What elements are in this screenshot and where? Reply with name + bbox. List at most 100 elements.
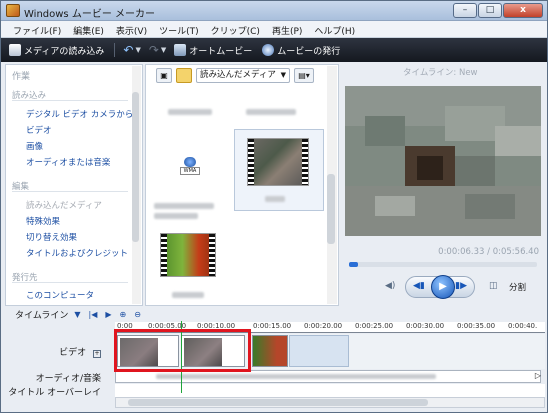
task-import-audio[interactable]: オーディオまたは音楽 (26, 156, 110, 168)
timeline-clip[interactable] (252, 335, 288, 367)
play-timeline-icon[interactable]: ▶ (105, 310, 111, 319)
filmstrip-right (302, 139, 308, 185)
clip-label-blurred (154, 203, 214, 209)
section-divider (12, 191, 128, 192)
automovie-label: オートムービー (189, 46, 253, 57)
menu-bar: ファイル(F) 編集(E) 表示(V) ツール(T) クリップ(C) 再生(P)… (1, 21, 547, 38)
timeline-label[interactable]: タイムライン (15, 308, 68, 321)
task-import-video[interactable]: ビデオ (26, 124, 52, 136)
split-label[interactable]: 分割 (509, 281, 526, 293)
expand-track-icon[interactable]: + (93, 350, 101, 358)
task-import-pictures[interactable]: 画像 (26, 140, 43, 152)
audio-track-label: オーディオ/音楽 (35, 374, 101, 384)
toolbar-separator (114, 43, 116, 57)
ruler-tick-label: 0:00:35.00 (457, 322, 496, 330)
ruler-tick-label: 0:00:25.00 (355, 322, 394, 330)
preview-pane: タイムライン: New 0:00:06.33 / 0:05:56.40 ◀) ◀… (341, 64, 545, 306)
import-icon (9, 44, 21, 56)
automovie-button[interactable]: オートムービー (174, 44, 252, 57)
seek-progress (349, 262, 358, 267)
timeline-toolbar: タイムライン ▼ |◀ ▶ ⊕ ⊖ (1, 307, 547, 321)
preview-time: 0:00:06.33 / 0:05:56.40 (438, 247, 539, 257)
menu-file[interactable]: ファイル(F) (7, 21, 67, 37)
timeline-dropdown-icon[interactable]: ▼ (74, 310, 80, 319)
wma-file-icon[interactable]: WMA (180, 157, 200, 179)
selection-highlight (114, 329, 251, 372)
chevron-down-icon: ▼ (280, 71, 286, 79)
task-from-dv-camera[interactable]: デジタル ビデオ カメラから (26, 108, 133, 120)
undo-icon[interactable]: ↶ (123, 43, 133, 57)
undo-dropdown-icon[interactable]: ▼ (135, 46, 140, 54)
folder-icon[interactable] (176, 68, 192, 83)
import-media-button[interactable]: メディアの読み込み (9, 44, 104, 57)
audio-end-marker-icon: ▷ (534, 371, 541, 380)
task-effects[interactable]: 特殊効果 (26, 215, 60, 227)
app-window: Windows ムービー メーカー – □ x ファイル(F) 編集(E) 表示… (0, 0, 548, 413)
timeline-clip[interactable] (289, 335, 349, 367)
filmstrip-right (209, 234, 215, 276)
title-overlay-track[interactable] (115, 384, 545, 397)
video-track-name: ビデオ (59, 348, 87, 358)
menu-clip[interactable]: クリップ(C) (205, 21, 266, 37)
main-toolbar: メディアの読み込み ↶ ▼ ↷ ▼ オートムービー ムービーの発行 (1, 38, 547, 62)
next-frame-icon[interactable]: ▮▶ (455, 281, 467, 291)
previous-frame-icon[interactable]: ◀▮ (413, 281, 425, 291)
split-icon[interactable]: ◫ (489, 281, 498, 291)
view-toggle-icon[interactable]: ▣ (156, 68, 172, 83)
zoom-out-icon[interactable]: ⊖ (134, 310, 141, 319)
collection-dropdown-value: 読み込んだメディア (200, 70, 276, 80)
close-button[interactable]: x (503, 3, 543, 18)
collection-scroll-thumb[interactable] (327, 174, 335, 244)
task-this-computer[interactable]: このコンピュータ (26, 289, 94, 301)
tasks-scroll-thumb[interactable] (132, 92, 139, 242)
play-button[interactable]: ▶ (431, 275, 455, 299)
clip-thumbnail-second[interactable] (160, 233, 216, 277)
app-icon (6, 4, 20, 17)
timeline-scrollbar[interactable] (115, 397, 545, 408)
preview-video (345, 86, 541, 236)
minimize-button[interactable]: – (453, 3, 477, 18)
tasks-scrollbar[interactable] (132, 66, 141, 304)
playback-controls: ◀▮ ▶ ▮▶ (405, 275, 475, 299)
rewind-icon[interactable]: |◀ (89, 310, 98, 319)
task-titles-credits[interactable]: タイトルおよびクレジット (26, 247, 128, 259)
menu-help[interactable]: ヘルプ(H) (308, 21, 361, 37)
clip-label-blurred (265, 196, 285, 202)
filmstrip-left (248, 139, 254, 185)
video-track-label: ビデオ + (1, 345, 101, 358)
ruler-tick-label: 0:00:15.00 (253, 322, 292, 330)
import-media-label: メディアの読み込み (24, 46, 105, 57)
menu-play[interactable]: 再生(P) (266, 21, 308, 37)
view-options-icon[interactable]: ▤▾ (294, 68, 314, 83)
menu-view[interactable]: 表示(V) (110, 21, 153, 37)
task-imported-media[interactable]: 読み込んだメディア (26, 199, 102, 211)
redo-dropdown-icon[interactable]: ▼ (161, 46, 166, 54)
preview-image (345, 86, 541, 236)
tasks-header: 作業 (12, 72, 31, 82)
clip-label-blurred (168, 109, 212, 115)
zoom-in-icon[interactable]: ⊕ (120, 310, 127, 319)
maximize-button[interactable]: □ (478, 3, 502, 18)
publish-movie-label: ムービーの発行 (277, 46, 341, 57)
clip-label-blurred (172, 292, 204, 298)
collection-dropdown[interactable]: 読み込んだメディア ▼ (196, 68, 290, 83)
section-divider (12, 100, 128, 101)
automovie-icon (174, 44, 187, 56)
redo-icon[interactable]: ↷ (149, 43, 159, 57)
section-divider (12, 282, 128, 283)
ruler-tick-label: 0:00:40. (508, 322, 538, 330)
seek-bar[interactable] (349, 262, 537, 267)
title-bar: Windows ムービー メーカー – □ x (1, 1, 547, 21)
collection-scrollbar[interactable] (327, 66, 337, 304)
publish-movie-button[interactable]: ムービーの発行 (262, 44, 340, 57)
task-transitions[interactable]: 切り替え効果 (26, 231, 77, 243)
audio-clip-label (156, 374, 436, 379)
publish-icon (262, 44, 275, 56)
menu-edit[interactable]: 編集(E) (67, 21, 110, 37)
menu-tools[interactable]: ツール(T) (153, 21, 205, 37)
selected-clip[interactable] (234, 129, 324, 211)
volume-icon[interactable]: ◀) (385, 281, 395, 291)
timeline-scroll-thumb[interactable] (128, 399, 428, 406)
clip-label-blurred (154, 213, 198, 219)
preview-title: タイムライン: New (403, 68, 478, 78)
